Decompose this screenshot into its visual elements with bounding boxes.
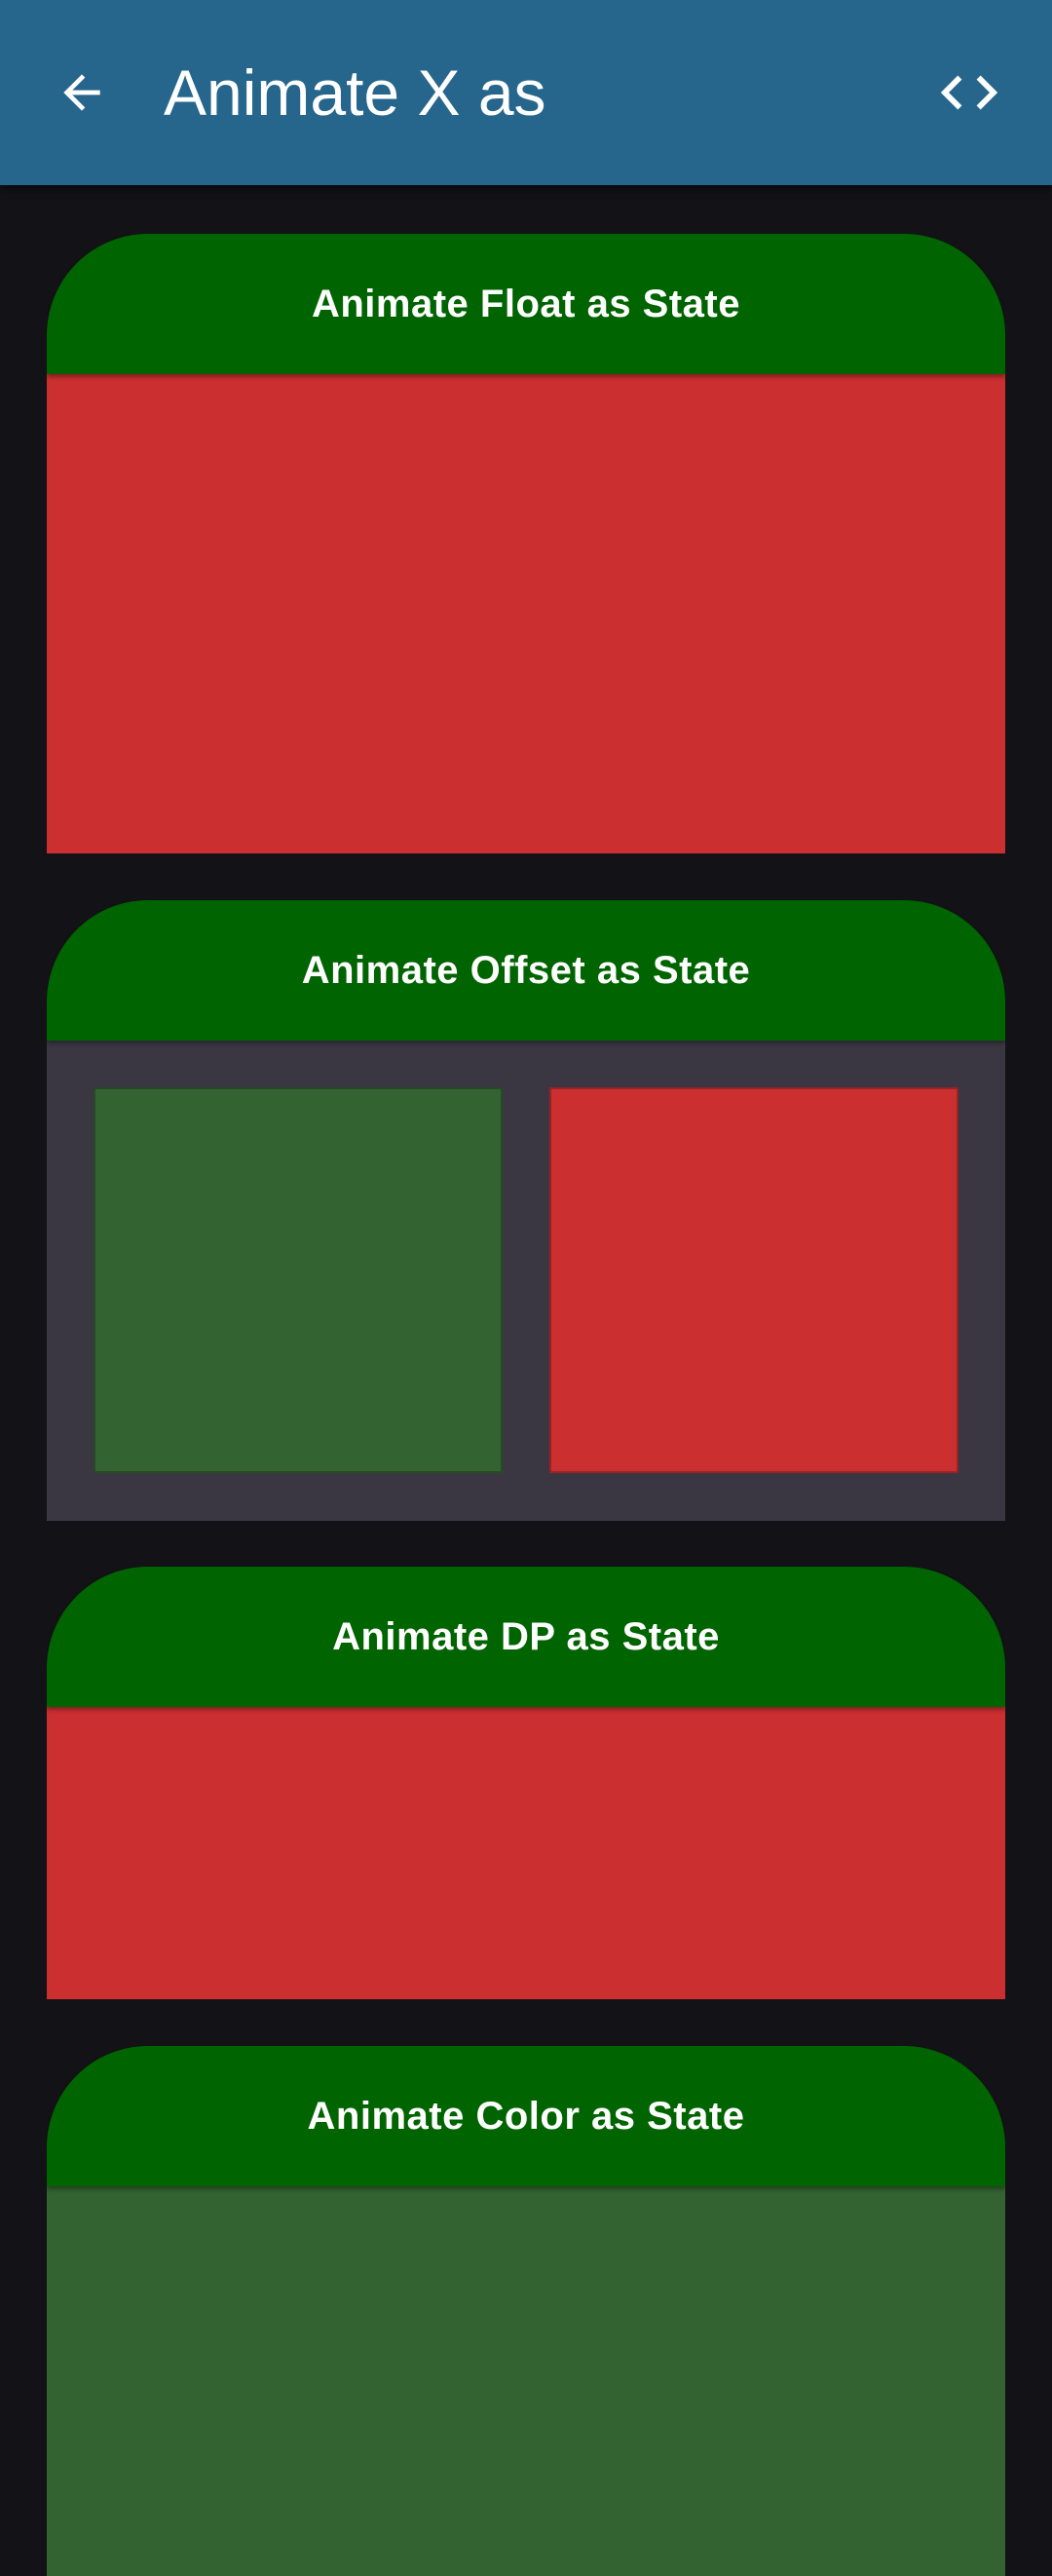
- offset-container: [47, 1041, 1005, 1521]
- animated-float-box[interactable]: [47, 374, 1005, 853]
- animate-dp-card: Animate DP as State: [47, 1567, 1005, 1999]
- card-header: Animate Float as State: [47, 234, 1005, 374]
- card-header: Animate Offset as State: [47, 900, 1005, 1041]
- offset-box-green[interactable]: [94, 1087, 503, 1473]
- back-button[interactable]: [43, 49, 121, 136]
- top-app-bar: Animate X as: [0, 0, 1052, 185]
- card-title: Animate Float as State: [311, 282, 740, 325]
- offset-box-red[interactable]: [549, 1087, 958, 1473]
- page-title: Animate X as: [164, 57, 546, 129]
- view-code-button[interactable]: [925, 49, 1013, 136]
- animated-dp-box[interactable]: [47, 1707, 1005, 1999]
- card-header: Animate Color as State: [47, 2046, 1005, 2186]
- code-brackets-icon: [940, 75, 998, 110]
- animate-color-card: Animate Color as State: [47, 2046, 1005, 2576]
- card-title: Animate Color as State: [307, 2094, 745, 2138]
- card-header: Animate DP as State: [47, 1567, 1005, 1707]
- arrow-left-icon: [63, 74, 100, 111]
- animated-color-box[interactable]: [47, 2186, 1005, 2576]
- card-title: Animate Offset as State: [301, 948, 751, 992]
- animate-offset-card: Animate Offset as State: [47, 900, 1005, 1521]
- card-title: Animate DP as State: [332, 1614, 720, 1658]
- animate-float-card: Animate Float as State: [47, 234, 1005, 853]
